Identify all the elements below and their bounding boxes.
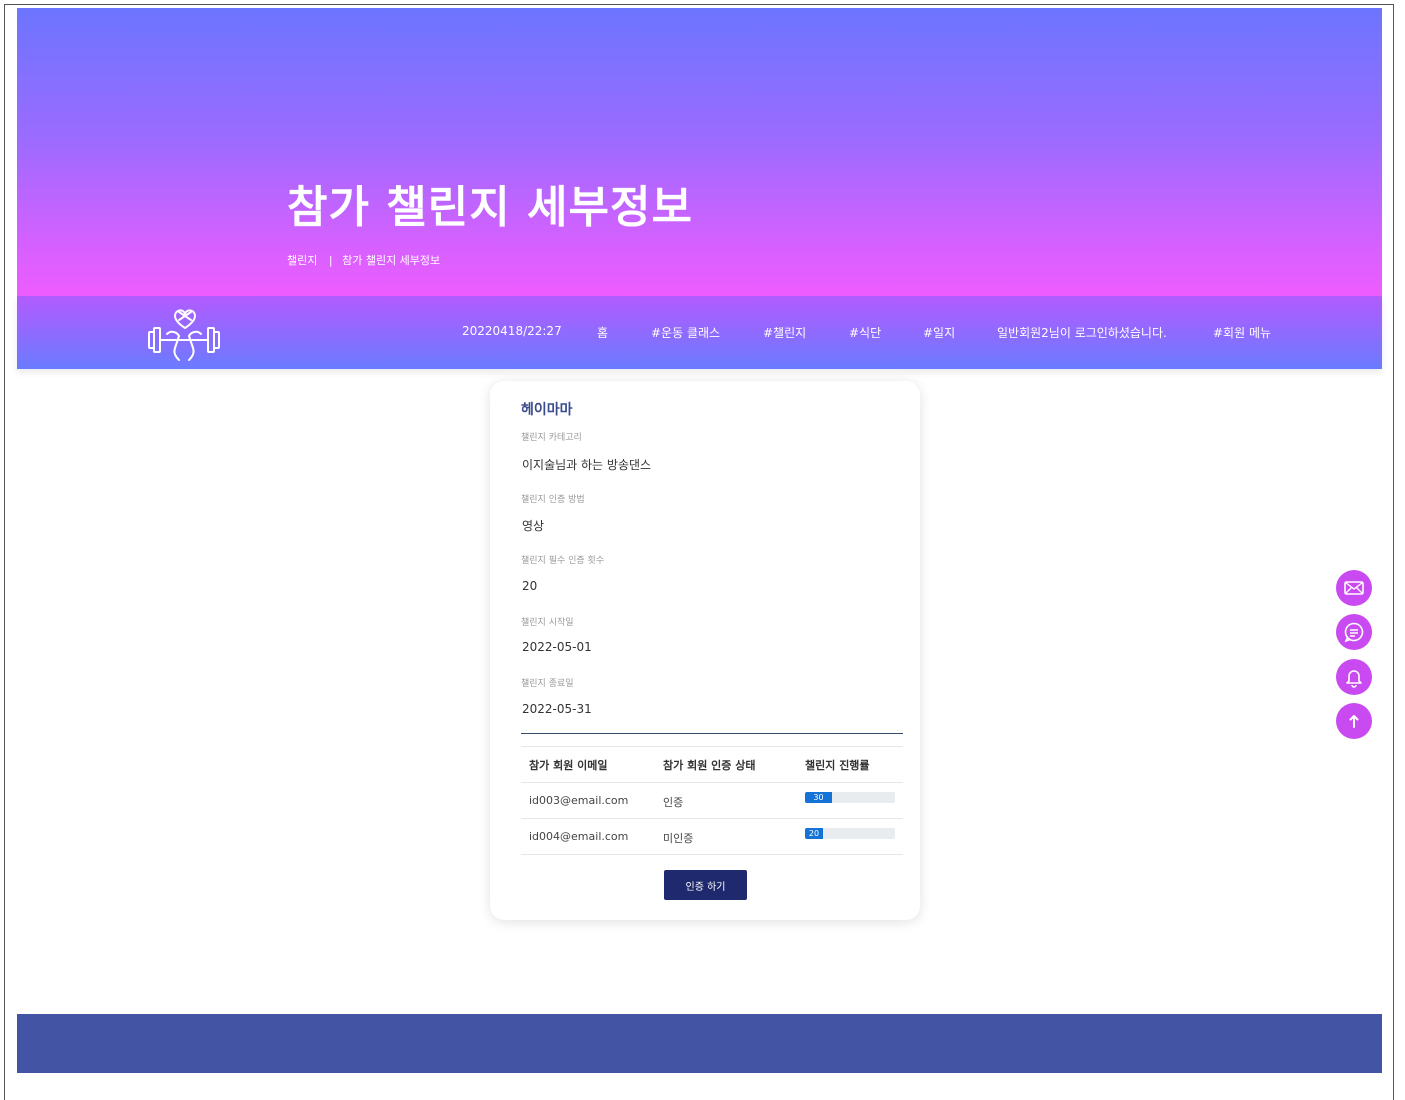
breadcrumb: 챌린지 | 참가 챌린지 세부정보 (287, 252, 440, 268)
mail-icon (1344, 581, 1364, 595)
chat-button[interactable] (1336, 614, 1372, 650)
field-label-start-date: 챌린지 시작일 (521, 618, 574, 628)
arrow-up-icon (1349, 715, 1359, 728)
participant-status: 인증 (663, 796, 684, 809)
field-value-start-date: 2022-05-01 (522, 640, 592, 654)
notification-button[interactable] (1336, 659, 1372, 695)
breadcrumb-item-current: 참가 챌린지 세부정보 (342, 254, 441, 267)
main-navbar: 20220418/22:27 홈 #운동 클래스 #챌린지 #식단 #일지 일반… (17, 296, 1382, 369)
nav-item-challenge[interactable]: #챌린지 (763, 324, 806, 341)
challenge-detail-card: 헤이마마 챌린지 카테고리 이지술님과 하는 방송댄스 챌린지 인증 방법 영상… (490, 381, 920, 920)
heart-dumbbell-logo-icon[interactable] (145, 304, 223, 362)
progress-fill: 30 (805, 792, 832, 803)
table-header: 참가 회원 이메일 참가 회원 인증 상태 챌린지 진행률 (521, 746, 903, 782)
bell-icon (1346, 670, 1362, 688)
participant-email: id003@email.com (529, 794, 629, 807)
challenge-title: 헤이마마 (521, 402, 573, 418)
certify-button[interactable]: 인증 하기 (664, 870, 747, 900)
column-header-progress: 챌린지 진행률 (805, 759, 870, 772)
nav-item-journal[interactable]: #일지 (923, 324, 955, 341)
nav-item-diet[interactable]: #식단 (849, 324, 881, 341)
field-label-end-date: 챌린지 종료일 (521, 679, 574, 689)
table-row: id003@email.com 인증 30 (521, 782, 903, 818)
scroll-top-button[interactable] (1336, 703, 1372, 739)
progress-bar: 30 (805, 792, 895, 803)
participant-email: id004@email.com (529, 830, 629, 843)
nav-item-class[interactable]: #운동 클래스 (651, 324, 720, 341)
breadcrumb-separator: | (328, 254, 333, 267)
progress-fill: 20 (805, 828, 823, 839)
field-value-category: 이지술님과 하는 방송댄스 (522, 458, 652, 472)
mail-button[interactable] (1336, 570, 1372, 606)
column-header-status: 참가 회원 인증 상태 (663, 759, 756, 772)
nav-login-status: 일반회원2님이 로그인하셨습니다. (997, 326, 1167, 340)
nav-item-member-menu[interactable]: #회원 메뉴 (1213, 324, 1271, 341)
field-value-method: 영상 (522, 519, 545, 533)
progress-bar: 20 (805, 828, 895, 839)
section-divider (521, 733, 903, 734)
hero-banner: 참가 챌린지 세부정보 챌린지 | 참가 챌린지 세부정보 (17, 8, 1382, 296)
page-footer (17, 1014, 1382, 1073)
field-label-method: 챌린지 인증 방법 (521, 495, 585, 505)
field-value-required-count: 20 (522, 579, 538, 593)
participants-table: 참가 회원 이메일 참가 회원 인증 상태 챌린지 진행률 id003@emai… (521, 746, 903, 855)
nav-datetime: 20220418/22:27 (462, 324, 562, 338)
column-header-email: 참가 회원 이메일 (529, 759, 608, 772)
field-label-category: 챌린지 카테고리 (521, 433, 582, 443)
chat-icon (1344, 622, 1364, 643)
page-title: 참가 챌린지 세부정보 (287, 182, 693, 233)
breadcrumb-item-challenge[interactable]: 챌린지 (287, 254, 317, 267)
field-label-required-count: 챌린지 필수 인증 횟수 (521, 556, 605, 566)
participant-status: 미인증 (663, 832, 694, 845)
field-value-end-date: 2022-05-31 (522, 702, 592, 716)
nav-item-home[interactable]: 홈 (597, 324, 608, 341)
table-row: id004@email.com 미인증 20 (521, 818, 903, 855)
